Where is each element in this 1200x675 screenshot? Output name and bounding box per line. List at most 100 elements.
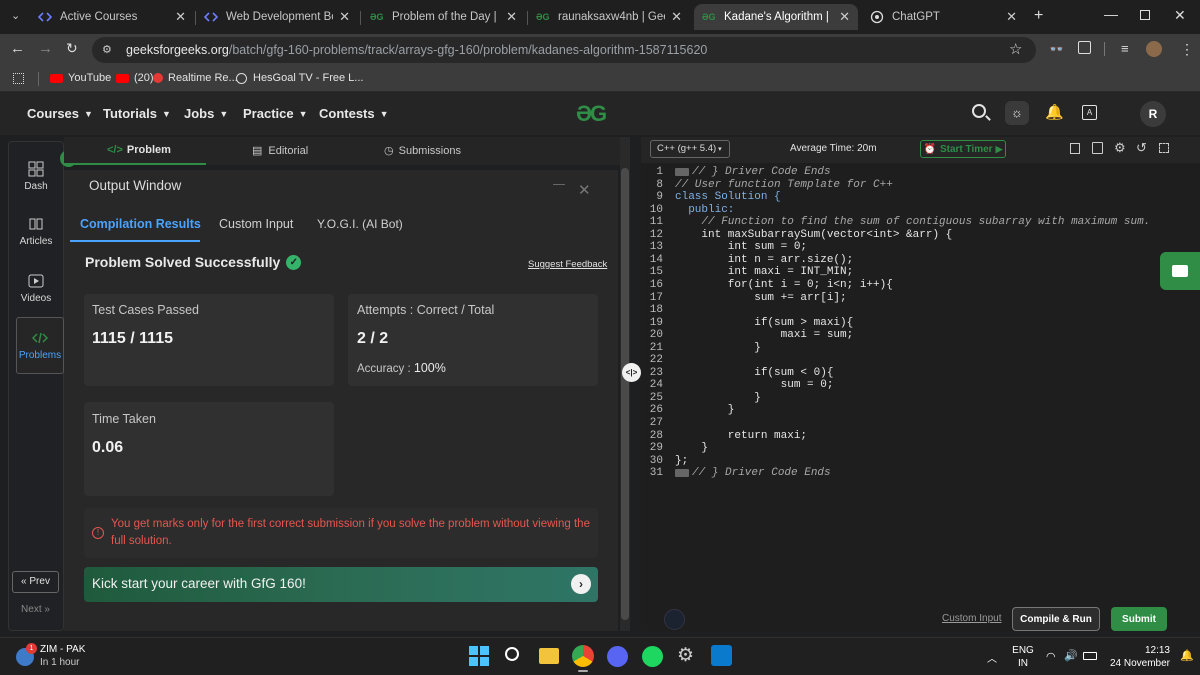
nav-contests[interactable]: Contests ▼ (319, 106, 389, 121)
close-tab-icon[interactable]: ✕ (339, 9, 350, 25)
compile-run-button[interactable]: Compile & Run (1012, 607, 1100, 631)
bookmark-youtube[interactable]: YouTube (50, 72, 111, 84)
notification-bell-icon[interactable]: 🔔 (1180, 649, 1194, 662)
bell-icon[interactable]: 🔔 (1045, 103, 1064, 121)
minimize-output-icon[interactable] (553, 184, 565, 185)
rail-item-articles[interactable]: Articles (8, 216, 64, 247)
suggest-feedback-link[interactable]: Suggest Feedback (528, 259, 607, 270)
time-taken-value: 0.06 (92, 439, 124, 456)
weather-widget[interactable]: 1 ZIM - PAK In 1 hour (16, 643, 136, 671)
close-tab-icon[interactable]: ✕ (839, 9, 850, 25)
restore-icon[interactable] (1140, 10, 1150, 20)
media-control-icon[interactable]: ≡ (1121, 41, 1129, 56)
code-bracket-icon (204, 12, 218, 22)
arrow-right-icon[interactable]: › (571, 574, 591, 594)
bookmark-star-icon[interactable]: ☆ (1009, 40, 1022, 58)
address-bar-url[interactable]: geeksforgeeks.org/batch/gfg-160-problems… (126, 43, 707, 57)
gfg-logo[interactable]: ƏG (576, 101, 607, 127)
tray-chevron-up-icon[interactable]: ︿ (987, 650, 997, 665)
subtab-custom-input[interactable]: Custom Input (219, 217, 293, 231)
incognito-extension-icon[interactable]: 👓 (1049, 42, 1064, 56)
tab-submissions[interactable]: ◷ Submissions (384, 144, 461, 158)
nav-practice[interactable]: Practice ▼ (243, 106, 308, 121)
next-button[interactable]: Next » (12, 600, 59, 622)
accuracy-value: 100% (413, 361, 446, 375)
discord-icon[interactable] (607, 646, 628, 667)
nav-jobs[interactable]: Jobs ▼ (184, 106, 228, 121)
prev-button[interactable]: « Prev (12, 571, 59, 593)
browser-tab[interactable]: ƏG raunaksaxw4nb | GeeksforGeeks ✕ (528, 4, 690, 30)
battery-icon[interactable] (1083, 652, 1097, 660)
tab-search-chevron-icon[interactable]: ⌄ (11, 9, 20, 22)
settings-app-icon[interactable]: ⚙ (677, 644, 694, 667)
reload-icon[interactable]: ↻ (66, 40, 78, 57)
fold-gutter (663, 317, 675, 330)
browser-tab[interactable]: ChatGPT ✕ (862, 4, 1025, 30)
wifi-icon[interactable]: ◠ (1046, 650, 1056, 663)
start-timer-button[interactable]: ⏰ Start Timer ▶ (920, 140, 1006, 158)
fullscreen-icon[interactable] (1159, 143, 1169, 153)
rail-item-problems[interactable]: Problems (8, 330, 72, 361)
back-arrow-icon[interactable]: ← (10, 40, 25, 57)
browser-tab[interactable]: Web Development Bootcamp ✕ (196, 4, 358, 30)
rail-item-dash[interactable]: Dash (8, 161, 64, 192)
apps-grid-icon[interactable] (13, 73, 24, 84)
taskbar-search-icon[interactable] (505, 647, 519, 661)
language-indicator[interactable]: ENG IN (1012, 644, 1034, 670)
close-tab-icon[interactable]: ✕ (1006, 9, 1017, 25)
custom-input-link[interactable]: Custom Input (942, 613, 1001, 624)
folded-region-marker[interactable] (675, 168, 689, 176)
browser-tab-active[interactable]: ƏG Kadane's Algorithm | Practice ✕ (694, 4, 858, 30)
folded-region-marker[interactable] (675, 469, 689, 478)
subtab-yogi[interactable]: Y.O.G.I. (AI Bot) (317, 217, 403, 231)
windows-start-icon[interactable] (469, 646, 489, 666)
panel-scrollbar-thumb[interactable] (621, 168, 629, 620)
bookmark-hesgoal[interactable]: HesGoal TV - Free L... (236, 72, 363, 84)
subtab-compilation-results[interactable]: Compilation Results (80, 217, 201, 231)
extensions-puzzle-icon[interactable] (1078, 41, 1091, 54)
close-window-icon[interactable]: ✕ (1174, 7, 1186, 24)
chat-float-button[interactable] (1160, 252, 1200, 290)
new-tab-button[interactable]: + (1034, 7, 1043, 25)
browser-tab[interactable]: ƏG Problem of the Day | GeeksforGeeks ✕ (362, 4, 525, 30)
volume-icon[interactable]: 🔊 (1064, 649, 1078, 662)
tab-editorial[interactable]: ▤ Editorial (252, 144, 308, 158)
bookmark-youtube-count[interactable]: (20) (116, 72, 154, 84)
nav-tutorials[interactable]: Tutorials ▼ (103, 106, 171, 121)
submit-button[interactable]: Submit (1111, 607, 1167, 631)
forward-arrow-icon[interactable]: → (38, 40, 53, 57)
close-tab-icon[interactable]: ✕ (671, 9, 682, 25)
profile-avatar-icon[interactable] (1146, 41, 1162, 57)
language-select[interactable]: C++ (g++ 5.4) ▾ (650, 140, 730, 158)
rail-item-videos[interactable]: Videos (8, 273, 64, 304)
chrome-icon[interactable] (572, 645, 594, 667)
code-area[interactable]: 1 // } Driver Code Ends 8 // User function … (641, 166, 1181, 482)
browser-tab[interactable]: Active Courses ✕ (30, 4, 194, 30)
reset-icon[interactable]: ↺ (1136, 140, 1147, 156)
upload-icon[interactable] (1092, 142, 1103, 154)
theme-toggle-icon[interactable]: ☼ (1005, 101, 1029, 125)
copy-icon[interactable] (1070, 143, 1080, 154)
close-tab-icon[interactable]: ✕ (175, 9, 186, 25)
chatgpt-icon (870, 10, 884, 24)
line-number: 17 (649, 291, 663, 304)
vscode-icon[interactable] (711, 645, 732, 666)
clock[interactable]: 12:13 24 November (1104, 644, 1170, 670)
spotify-icon[interactable] (642, 646, 663, 667)
minimize-icon[interactable]: — (1104, 6, 1118, 22)
chevron-down-icon: ▼ (379, 108, 389, 119)
file-explorer-icon[interactable] (539, 648, 559, 664)
close-output-icon[interactable]: ✕ (578, 181, 591, 199)
bookmark-realtime[interactable]: Realtime Re... (153, 72, 238, 84)
nav-courses[interactable]: Courses ▼ (27, 106, 93, 121)
code-line: 21 } (641, 342, 761, 355)
translate-icon[interactable]: A (1082, 105, 1097, 120)
settings-gear-icon[interactable]: ⚙ (1114, 140, 1126, 156)
site-settings-icon[interactable]: ⚙ (102, 43, 112, 56)
avatar[interactable]: R (1140, 101, 1166, 127)
splitter-handle-icon[interactable]: <|> (622, 363, 641, 382)
ai-assist-icon[interactable] (664, 609, 685, 630)
chrome-menu-icon[interactable]: ⋮ (1180, 41, 1194, 58)
tab-problem[interactable]: </> Problem (107, 144, 171, 156)
close-tab-icon[interactable]: ✕ (506, 9, 517, 25)
